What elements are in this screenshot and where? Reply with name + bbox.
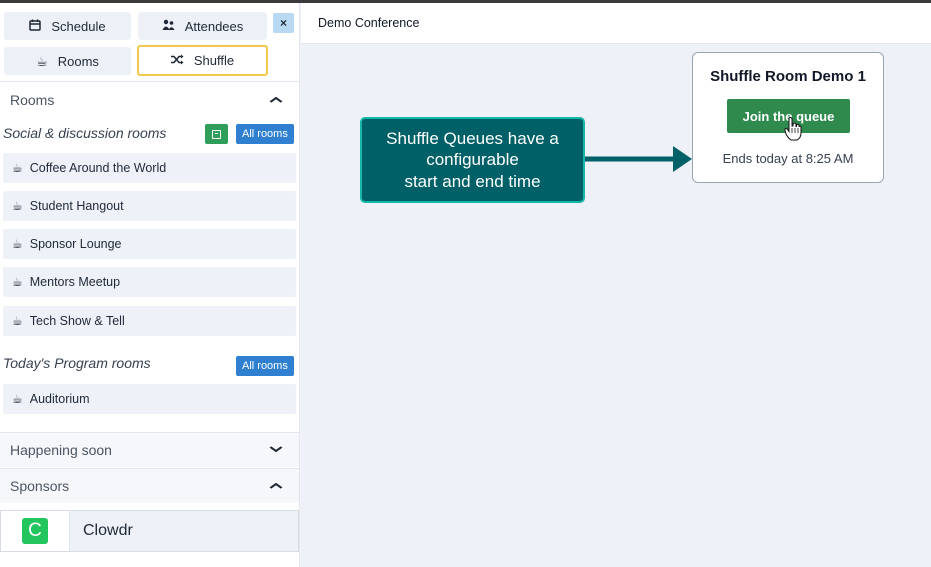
sponsor-item-clowdr[interactable]: C Clowdr — [0, 510, 299, 552]
divider — [0, 81, 300, 82]
sidebar: Schedule Attendees × ☕ Rooms Shuffle Roo… — [0, 3, 300, 567]
callout-line: start and end time — [404, 171, 541, 191]
coffee-cup-icon: ☕ — [12, 275, 23, 289]
program-rooms-group-label: Today's Program rooms — [3, 355, 151, 371]
nav-attendees-button[interactable]: Attendees — [138, 12, 267, 40]
coffee-cup-icon: ☕ — [12, 392, 23, 406]
calendar-icon — [29, 19, 42, 33]
social-rooms-group-label: Social & discussion rooms — [3, 125, 167, 141]
coffee-cup-icon: ☕ — [12, 161, 23, 175]
nav-schedule-button[interactable]: Schedule — [4, 12, 131, 40]
clowdr-logo: C — [22, 518, 48, 544]
room-item[interactable]: ☕ Mentors Meetup — [3, 267, 296, 297]
happening-soon-title: Happening soon — [10, 442, 112, 458]
sponsor-name: Clowdr — [70, 511, 298, 551]
room-item[interactable]: ☕ Coffee Around the World — [3, 153, 296, 183]
nav-attendees-label: Attendees — [184, 18, 244, 34]
chevron-down-icon — [269, 444, 283, 456]
shuffle-icon — [170, 54, 184, 67]
room-item-label: Mentors Meetup — [29, 275, 121, 289]
close-icon: × — [279, 16, 287, 30]
rooms-section-title: Rooms — [10, 92, 55, 108]
annotation-arrow-icon — [585, 146, 692, 172]
nav-shuffle-button[interactable]: Shuffle — [137, 45, 268, 76]
people-icon — [162, 19, 175, 33]
room-item-label: Sponsor Lounge — [29, 237, 122, 251]
shuffle-room-title: Shuffle Room Demo 1 — [710, 68, 866, 85]
sponsors-section-title: Sponsors — [10, 478, 70, 494]
social-all-rooms-button[interactable]: All rooms — [236, 124, 294, 144]
chevron-up-icon — [269, 94, 283, 106]
coffee-cup-icon: ☕ — [12, 314, 23, 328]
add-room-button[interactable] — [205, 124, 228, 144]
sponsor-logo-container: C — [1, 511, 70, 551]
program-all-rooms-button[interactable]: All rooms — [236, 356, 294, 376]
happening-soon-section-header[interactable]: Happening soon — [0, 433, 299, 467]
nav-shuffle-label: Shuffle — [193, 53, 235, 68]
room-item[interactable]: ☕ Sponsor Lounge — [3, 229, 296, 259]
room-item[interactable]: ☕ Student Hangout — [3, 191, 296, 221]
nav-rooms-button[interactable]: ☕ Rooms — [4, 47, 131, 75]
queue-end-time: Ends today at 8:25 AM — [722, 151, 854, 166]
room-item-label: Coffee Around the World — [29, 161, 167, 175]
coffee-cup-icon: ☕ — [12, 199, 23, 213]
annotation-callout: Shuffle Queues have a configurable start… — [360, 117, 585, 203]
room-item[interactable]: ☕ Tech Show & Tell — [3, 306, 296, 336]
coffee-cup-icon: ☕ — [36, 53, 48, 69]
room-item-label: Tech Show & Tell — [29, 314, 125, 328]
conference-title: Demo Conference — [318, 16, 420, 30]
conference-header: Demo Conference — [301, 3, 931, 44]
chevron-up-icon — [269, 480, 283, 492]
nav-schedule-label: Schedule — [51, 18, 106, 34]
add-room-icon — [212, 129, 221, 139]
sponsors-section-header[interactable]: Sponsors — [0, 469, 299, 503]
hand-cursor-icon — [784, 117, 802, 141]
nav-rooms-label: Rooms — [57, 53, 99, 69]
rooms-section-header[interactable]: Rooms — [0, 83, 299, 117]
callout-line: configurable — [426, 150, 519, 170]
room-item-label: Student Hangout — [29, 199, 124, 213]
close-sidebar-button[interactable]: × — [273, 13, 294, 33]
coffee-cup-icon: ☕ — [12, 237, 23, 251]
room-item-label: Auditorium — [29, 392, 90, 406]
room-item[interactable]: ☕ Auditorium — [3, 384, 296, 414]
callout-line: Shuffle Queues have a — [386, 128, 559, 148]
